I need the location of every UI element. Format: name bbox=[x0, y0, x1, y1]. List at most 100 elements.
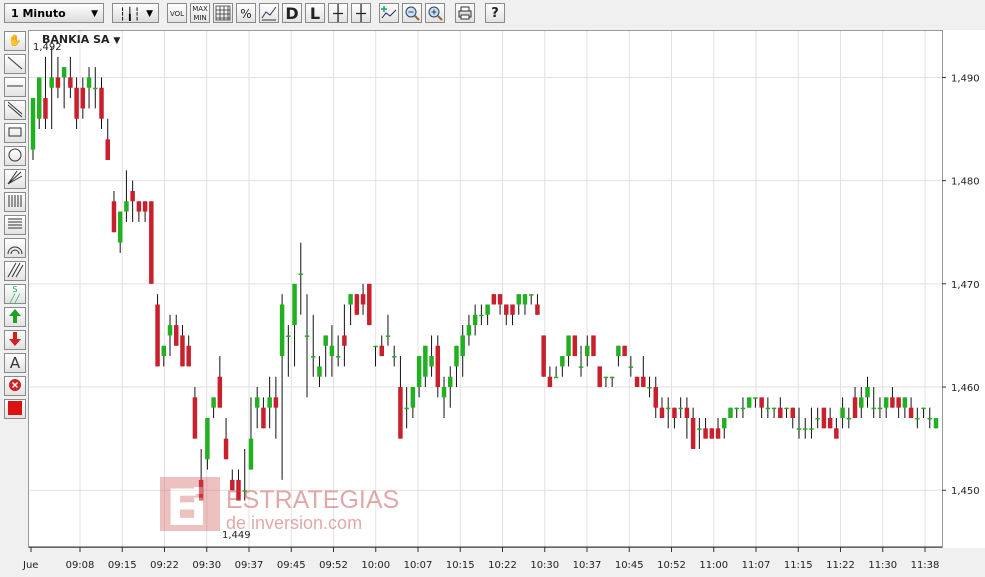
candle bbox=[908, 397, 914, 418]
candle bbox=[553, 366, 559, 379]
candle-body bbox=[834, 428, 839, 439]
candle-body bbox=[323, 335, 328, 346]
candle-body bbox=[765, 407, 771, 410]
candle-body bbox=[117, 211, 123, 243]
candle-body bbox=[641, 376, 646, 388]
candle bbox=[616, 345, 621, 367]
watermark-text: ESTRATEGIAS de inversion.com bbox=[226, 487, 399, 533]
candle-body bbox=[298, 273, 304, 276]
candle bbox=[784, 407, 789, 418]
candle bbox=[560, 356, 565, 377]
candle-body bbox=[391, 356, 397, 358]
candle bbox=[927, 407, 933, 429]
candle bbox=[834, 418, 839, 439]
candle-body bbox=[541, 335, 546, 377]
candle bbox=[827, 407, 833, 429]
candle-body bbox=[423, 345, 428, 377]
candle bbox=[865, 376, 870, 408]
candle bbox=[746, 397, 752, 408]
candle-body bbox=[921, 407, 926, 410]
candle-body bbox=[890, 397, 895, 408]
candle bbox=[790, 407, 796, 429]
candle-body bbox=[753, 397, 758, 399]
candle-body bbox=[628, 366, 634, 368]
candle-body bbox=[678, 407, 683, 410]
candle bbox=[466, 314, 472, 346]
candle-body bbox=[690, 418, 696, 449]
x-tick-label: 11:30 bbox=[868, 560, 897, 571]
candle-body bbox=[591, 335, 596, 357]
candle-body bbox=[93, 87, 98, 90]
candle bbox=[223, 418, 229, 460]
candle-body bbox=[367, 283, 372, 326]
candle bbox=[933, 418, 939, 429]
x-tick-label: 11:15 bbox=[784, 560, 813, 571]
candle-body bbox=[416, 356, 422, 388]
candle-body bbox=[547, 376, 553, 388]
x-tick-label: 09:30 bbox=[192, 560, 221, 571]
candle-body bbox=[802, 428, 808, 430]
candle bbox=[180, 325, 185, 367]
candle bbox=[429, 335, 434, 377]
candle-body bbox=[684, 407, 690, 418]
candle-body bbox=[877, 407, 883, 410]
y-tick-label: 1,450 bbox=[951, 486, 980, 497]
candle-body bbox=[460, 335, 465, 357]
candle-body bbox=[560, 356, 565, 367]
x-tick-label: 09:08 bbox=[66, 560, 95, 571]
candle-body bbox=[68, 77, 73, 88]
candle-body bbox=[933, 418, 939, 429]
candle bbox=[497, 294, 503, 315]
candle-body bbox=[603, 376, 609, 379]
candle bbox=[740, 397, 746, 418]
candle bbox=[435, 335, 441, 398]
candle bbox=[68, 56, 73, 99]
candle bbox=[423, 345, 428, 388]
candle bbox=[373, 345, 378, 367]
candle-body bbox=[385, 335, 391, 337]
candle bbox=[360, 283, 366, 315]
candle-body bbox=[665, 407, 671, 410]
candle bbox=[99, 77, 104, 130]
candle bbox=[535, 294, 540, 315]
candle-body bbox=[379, 345, 384, 357]
candle-body bbox=[553, 376, 559, 379]
x-tick-label: 09:52 bbox=[319, 560, 348, 571]
candle bbox=[192, 387, 198, 439]
candle-body bbox=[373, 345, 378, 348]
candle bbox=[690, 407, 696, 449]
watermark-line2: de inversion.com bbox=[226, 513, 363, 533]
candle bbox=[591, 335, 596, 357]
candle-body bbox=[746, 397, 752, 408]
candle-body bbox=[304, 335, 310, 337]
candle-body bbox=[342, 335, 347, 346]
candle-body bbox=[130, 190, 135, 202]
candle bbox=[778, 397, 783, 418]
chevron-down-icon: ▼ bbox=[113, 36, 121, 46]
candle bbox=[516, 294, 521, 315]
candle-body bbox=[859, 397, 864, 408]
candle bbox=[821, 407, 827, 429]
x-tick-label: 10:45 bbox=[615, 560, 644, 571]
candle-body bbox=[292, 283, 297, 326]
candle-body bbox=[167, 325, 173, 336]
candle-body bbox=[186, 345, 191, 367]
candle bbox=[840, 397, 845, 429]
svg-text:i: i bbox=[190, 479, 207, 533]
candle bbox=[273, 376, 279, 439]
candle-body bbox=[609, 376, 615, 379]
candle bbox=[653, 376, 659, 418]
candle bbox=[472, 304, 478, 336]
candle-body bbox=[740, 407, 746, 410]
candle-body bbox=[74, 87, 79, 119]
candle-body bbox=[261, 407, 266, 429]
candle-body bbox=[821, 407, 827, 429]
candle bbox=[286, 325, 291, 377]
candle bbox=[504, 304, 509, 326]
candle bbox=[846, 407, 852, 429]
candle bbox=[883, 397, 889, 418]
candle bbox=[809, 407, 814, 439]
candle bbox=[915, 407, 920, 429]
candle-body bbox=[653, 387, 659, 408]
x-tick-label: 09:45 bbox=[277, 560, 306, 571]
